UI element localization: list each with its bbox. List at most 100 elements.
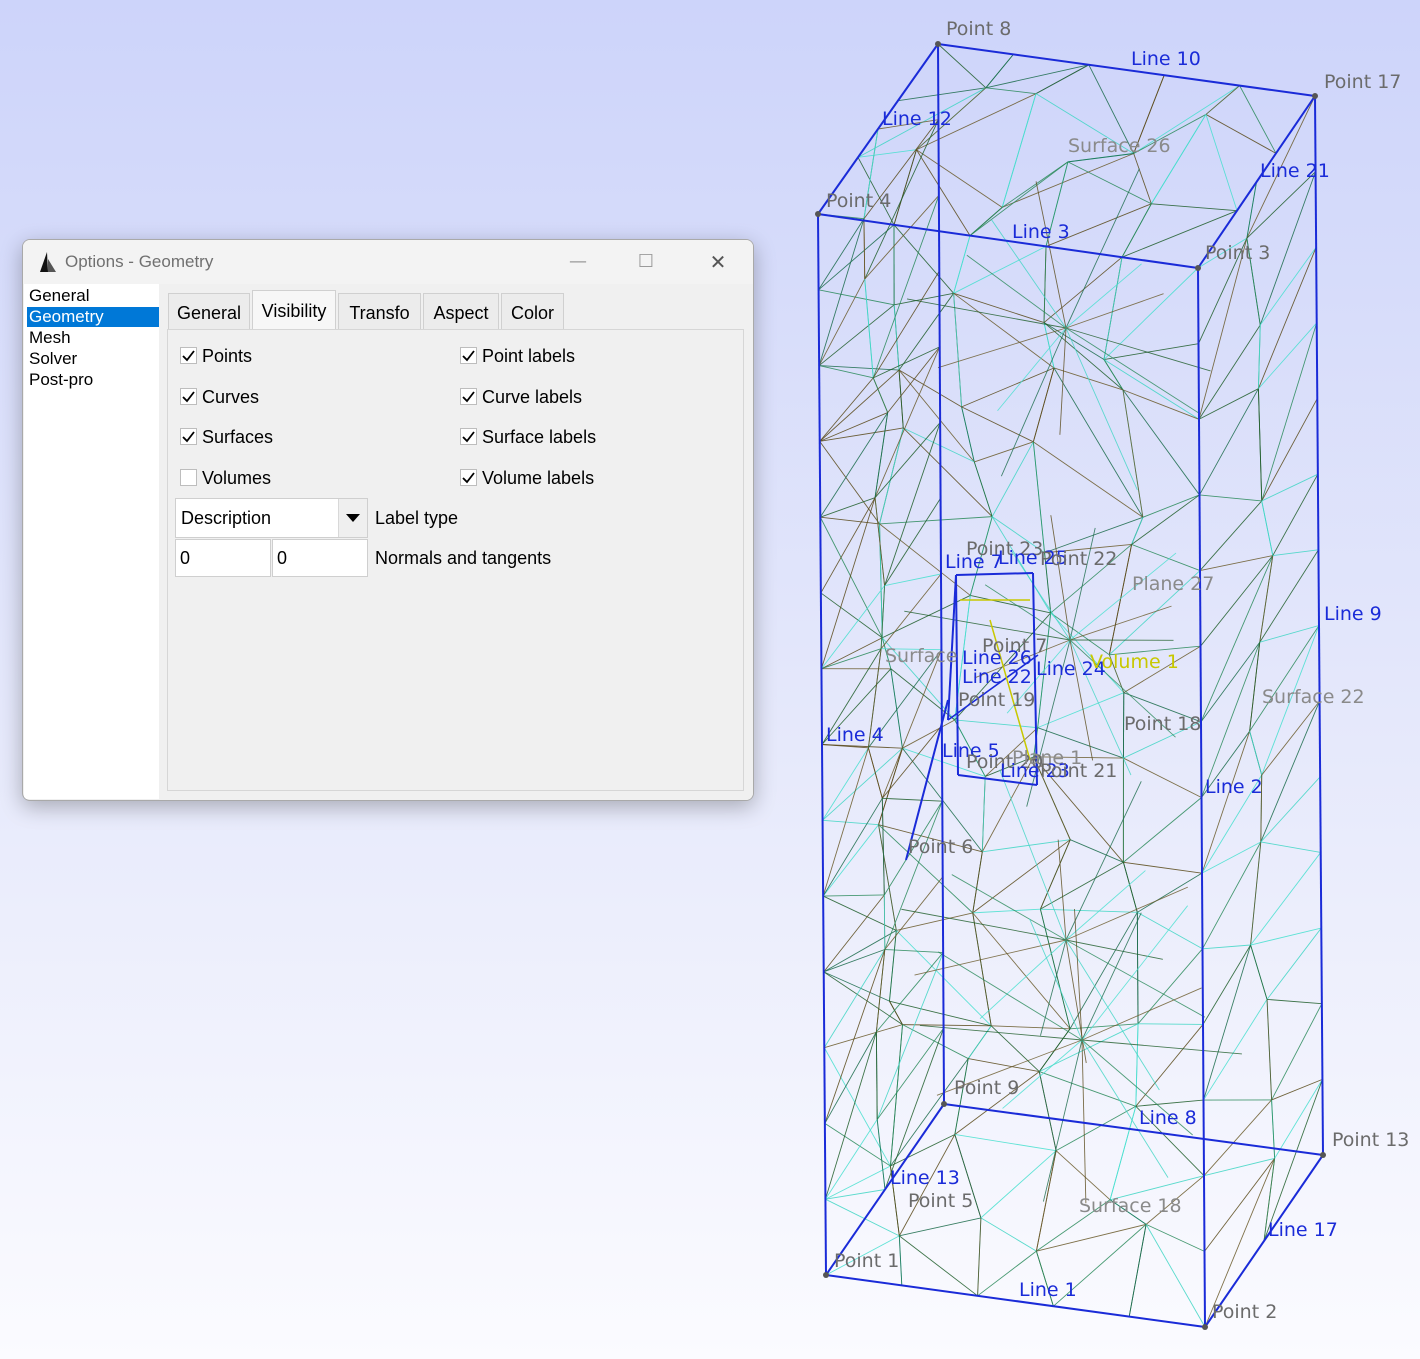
close-button[interactable]: ✕ [703, 248, 733, 276]
point-label: Point 1 [834, 1250, 899, 1272]
mesh-edge [951, 874, 1067, 941]
mesh-edge [953, 245, 1047, 294]
mesh-edge [1205, 85, 1240, 115]
point-label: Point 2 [1212, 1301, 1277, 1323]
curve-line[interactable] [943, 1103, 1324, 1156]
line-label: Line 10 [1131, 48, 1201, 70]
normals-input[interactable]: 0 [175, 539, 271, 577]
mesh-edge [1122, 389, 1144, 518]
label-type-select[interactable]: Description [175, 498, 368, 538]
tab-transfo[interactable]: Transfo [338, 293, 421, 330]
mesh-edge [977, 1217, 982, 1296]
point-marker[interactable] [941, 1101, 947, 1107]
volume-labels-checkbox[interactable] [460, 469, 477, 486]
mesh-edge [1271, 1003, 1323, 1101]
mesh-edge [823, 971, 903, 1025]
tab-general[interactable]: General [168, 293, 250, 330]
point-marker[interactable] [935, 41, 941, 47]
mesh-edge [1043, 322, 1105, 360]
curve-line[interactable] [937, 43, 1316, 97]
mesh-edge [906, 298, 1067, 329]
mesh-edge [1267, 998, 1322, 1005]
mesh-edge [820, 497, 876, 518]
category-mesh[interactable]: Mesh [27, 328, 161, 348]
point-marker[interactable] [1202, 1324, 1208, 1330]
line-label: Line 12 [882, 108, 952, 130]
category-solver[interactable]: Solver [27, 349, 161, 369]
mesh-edge [821, 648, 882, 670]
title-bar[interactable]: Options - Geometry — ☐ ✕ [23, 240, 753, 284]
curves-checkbox[interactable] [180, 388, 197, 405]
volumes-checkbox[interactable] [180, 469, 197, 486]
surfaces-checkbox[interactable] [180, 428, 197, 445]
point-marker[interactable] [815, 211, 821, 217]
mesh-edge [1001, 93, 1037, 208]
line-label: Line 22 [962, 666, 1032, 688]
mesh-edge [966, 254, 1067, 329]
mesh-edge [953, 235, 971, 294]
mesh-edge [884, 800, 943, 950]
mesh-edge [972, 912, 992, 1026]
mesh-edge [1040, 861, 1124, 910]
mesh-edge [1199, 494, 1262, 502]
options-content: General Visibility Transfo Aspect Color … [159, 284, 753, 800]
point-marker[interactable] [1320, 1152, 1326, 1158]
point-label: Point 22 [1040, 548, 1117, 570]
points-label: Points [202, 346, 253, 366]
maximize-button[interactable]: ☐ [631, 248, 661, 276]
mesh-edge [818, 289, 895, 306]
mesh-edge [1039, 1071, 1136, 1107]
point-marker[interactable] [1312, 93, 1318, 99]
mesh-edge [818, 218, 865, 366]
point-marker[interactable] [823, 1272, 829, 1278]
mesh-edge [1065, 939, 1206, 1018]
curves-label: Curves [202, 387, 260, 407]
mesh-edge [1266, 999, 1273, 1100]
curve-labels-checkbox[interactable] [460, 388, 477, 405]
category-geometry[interactable]: Geometry [27, 307, 161, 327]
mesh-edge [887, 346, 941, 413]
mesh-edge [953, 292, 1055, 369]
mesh-edge [1036, 1223, 1147, 1252]
surface-label: Surface 18 [1079, 1195, 1182, 1217]
mesh-edge [884, 1028, 944, 1190]
mesh-edge [997, 327, 1067, 412]
mesh-edge [884, 498, 941, 586]
tab-visibility[interactable]: Visibility [252, 290, 336, 330]
mesh-edge [821, 637, 883, 670]
curve-line[interactable] [1197, 267, 1206, 1328]
category-post-pro[interactable]: Post-pro [27, 370, 161, 390]
tangents-input[interactable]: 0 [272, 539, 368, 577]
mesh-edge [953, 292, 1045, 323]
minimize-button[interactable]: — [563, 248, 593, 276]
mesh-edge [884, 422, 941, 586]
mesh-edge [972, 851, 983, 913]
point-labels-checkbox[interactable] [460, 347, 477, 364]
mesh-edge [1258, 247, 1317, 389]
category-general[interactable]: General [27, 286, 161, 306]
mesh-edge [1040, 939, 1067, 1036]
tab-color[interactable]: Color [501, 293, 564, 330]
mesh-edge [820, 497, 876, 669]
mesh-edge [876, 952, 944, 1033]
mesh-edge [1121, 203, 1152, 258]
point-label: Point 8 [946, 18, 1011, 40]
chevron-down-icon[interactable] [338, 499, 367, 537]
surface-labels-checkbox[interactable] [460, 428, 477, 445]
point-label: Point 19 [958, 689, 1035, 711]
point-marker[interactable] [1195, 265, 1201, 271]
mesh-edge [1050, 612, 1110, 656]
curve-line[interactable] [1314, 95, 1324, 1156]
mesh-edge [1261, 398, 1318, 502]
mesh-edge [1150, 114, 1207, 205]
curve-line[interactable] [955, 572, 1034, 576]
points-checkbox[interactable] [180, 347, 197, 364]
mesh-edge [820, 592, 883, 639]
tab-aspect[interactable]: Aspect [423, 293, 499, 330]
mesh-edge [822, 819, 879, 826]
mesh-edge [818, 224, 895, 291]
mesh-edge [1128, 1224, 1147, 1317]
mesh-edge [1137, 948, 1203, 1025]
curve-line[interactable] [825, 1274, 1206, 1328]
mesh-edge [973, 461, 993, 517]
